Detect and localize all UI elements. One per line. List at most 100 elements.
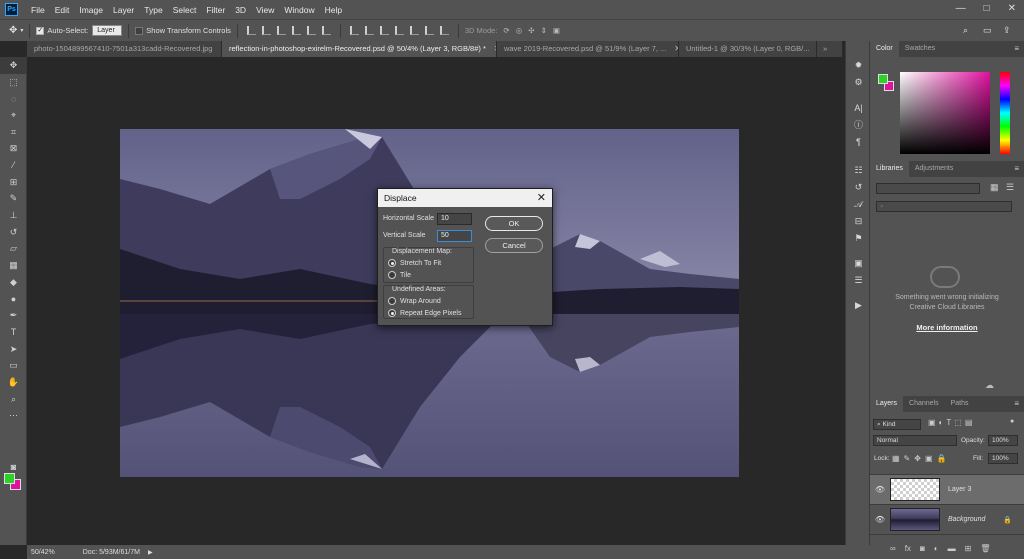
ok-button[interactable]: OK <box>485 216 543 231</box>
brush-settings-icon[interactable]: ✹ <box>846 57 871 74</box>
mask-icon[interactable]: ◙ <box>920 544 925 553</box>
list-view-icon[interactable]: ☰ <box>1006 182 1014 193</box>
search-icon[interactable]: ⌕ <box>963 25 968 36</box>
info-icon[interactable]: ⓘ <box>846 116 871 133</box>
tile-option[interactable]: Tile <box>388 269 411 281</box>
repeat-edge-pixels-option[interactable]: Repeat Edge Pixels <box>388 307 461 319</box>
doc-size-info[interactable]: Doc: 5/93M/61/7M <box>83 549 140 556</box>
close-icon[interactable]: ✕ <box>537 189 546 207</box>
auto-align-icon[interactable] <box>439 26 449 35</box>
tab-wave[interactable]: wave 2019-Recovered.psd @ 51/9% (Layer 7… <box>497 41 679 57</box>
radio-stretch-to-fit[interactable] <box>388 259 396 267</box>
quick-select-tool-icon[interactable]: ⌖ <box>0 107 27 124</box>
3d-drag-icon[interactable]: ✣ <box>528 26 534 35</box>
tab-photo[interactable]: photo-1504899567410-7501a313cadd-Recover… <box>27 41 222 57</box>
play-icon[interactable]: ▶ <box>846 297 871 314</box>
workspace-icon[interactable]: ▭ <box>983 25 992 36</box>
trash-icon[interactable]: 🗑 <box>980 544 990 553</box>
zoom-level[interactable]: 50/42% <box>31 549 55 556</box>
blur-tool-icon[interactable]: ◆ <box>0 274 27 291</box>
opacity-input[interactable]: 100% <box>988 435 1018 446</box>
minimize-button[interactable]: — <box>956 3 966 14</box>
3d-slide-icon[interactable]: ⇕ <box>541 26 547 35</box>
library-search-input[interactable]: ⌕ <box>876 201 1012 212</box>
menu-filter[interactable]: Filter <box>206 5 225 15</box>
foreground-color-swatch[interactable] <box>4 473 15 484</box>
group-icon[interactable]: ▬ <box>948 544 956 553</box>
type-tool-icon[interactable]: T <box>0 324 27 341</box>
cancel-button[interactable]: Cancel <box>485 238 543 253</box>
auto-select-checkbox[interactable] <box>36 26 45 35</box>
maximize-button[interactable]: □ <box>984 3 990 14</box>
crop-tool-icon[interactable]: ⌗ <box>0 124 27 141</box>
align-top-icon[interactable] <box>246 26 256 35</box>
share-icon[interactable]: ⇪ <box>1003 25 1011 36</box>
distribute-top-icon[interactable] <box>349 26 359 35</box>
3d-orbit-icon[interactable]: ⟳ <box>503 26 509 35</box>
eraser-tool-icon[interactable]: ▱ <box>0 241 27 258</box>
marquee-tool-icon[interactable]: ⬚ <box>0 74 27 91</box>
pen-tool-icon[interactable]: ✒ <box>0 307 27 324</box>
menu-image[interactable]: Image <box>79 5 103 15</box>
auto-select-dropdown[interactable]: Layer <box>92 25 123 36</box>
move-tool-icon[interactable]: ✥ <box>9 25 17 36</box>
tab-overflow-button[interactable]: » <box>817 41 843 57</box>
align-hcenter-icon[interactable] <box>306 26 316 35</box>
tab-adjustments[interactable]: Adjustments <box>909 161 960 177</box>
menu-select[interactable]: Select <box>173 5 197 15</box>
layer-filter-icons[interactable]: ▣◐T⬚▤ <box>928 418 975 427</box>
link-icon[interactable]: ∞ <box>890 544 896 553</box>
layer-row-layer-3[interactable]: 👁 Layer 3 <box>870 475 1024 505</box>
brushes-icon[interactable]: ⚙ <box>846 74 871 91</box>
styles-icon[interactable]: ▣ <box>846 255 871 272</box>
more-tools-icon[interactable]: ⋯ <box>0 407 27 424</box>
panel-menu-icon[interactable]: ≡ <box>1014 41 1019 57</box>
actions-icon[interactable]: ⚑ <box>846 230 871 247</box>
character-icon[interactable]: A| <box>846 99 871 116</box>
tab-untitled[interactable]: Untitled-1 @ 30/3% (Layer 0, RGB/... ✕ <box>679 41 817 57</box>
align-left-icon[interactable] <box>291 26 301 35</box>
radio-repeat-edge-pixels[interactable] <box>388 309 396 317</box>
3d-scale-icon[interactable]: ▣ <box>553 26 560 35</box>
menu-help[interactable]: Help <box>325 5 342 15</box>
lock-icons[interactable]: ▦✎✥▣🔒 <box>892 454 950 463</box>
color-picker-field[interactable] <box>900 72 990 154</box>
grid-view-icon[interactable]: ▦ <box>990 182 999 193</box>
paragraph-icon[interactable]: ¶ <box>846 133 871 150</box>
shape-tool-icon[interactable]: ▭ <box>0 357 27 374</box>
distribute-vcenter-icon[interactable] <box>364 26 374 35</box>
horizontal-scale-input[interactable]: 10 <box>437 213 472 225</box>
zoom-tool-icon[interactable]: ⌕ <box>0 391 27 408</box>
panel-menu-icon[interactable]: ≡ <box>1014 161 1019 177</box>
tab-channels[interactable]: Channels <box>903 396 945 412</box>
clone-stamp-tool-icon[interactable]: ⊥ <box>0 207 27 224</box>
menu-view[interactable]: View <box>256 5 274 15</box>
more-information-link[interactable]: More information <box>870 323 1024 332</box>
distribute-bottom-icon[interactable] <box>379 26 389 35</box>
align-bottom-icon[interactable] <box>276 26 286 35</box>
panel-menu-icon[interactable]: ≡ <box>1014 396 1019 412</box>
filter-toggle-icon[interactable]: ● <box>1010 418 1014 425</box>
hue-slider[interactable] <box>1000 72 1010 154</box>
fx-icon[interactable]: fx <box>905 544 911 553</box>
stretch-to-fit-option[interactable]: Stretch To Fit <box>388 257 441 269</box>
cc-sync-icon[interactable]: ☁ <box>985 380 994 391</box>
close-window-button[interactable]: ✕ <box>1008 3 1016 14</box>
tab-libraries[interactable]: Libraries <box>870 161 909 177</box>
healing-brush-tool-icon[interactable]: ⊞ <box>0 174 27 191</box>
lasso-tool-icon[interactable]: ◌ <box>0 90 27 107</box>
history-brush-tool-icon[interactable]: ↺ <box>0 224 27 241</box>
foreground-color-chip[interactable] <box>878 74 888 84</box>
eye-icon[interactable]: 👁 <box>870 515 890 524</box>
brush-tool-icon[interactable]: ✎ <box>0 191 27 208</box>
properties-icon[interactable]: ⊟ <box>846 213 871 230</box>
menu-edit[interactable]: Edit <box>55 5 70 15</box>
learn-icon[interactable]: ☷ <box>846 162 871 179</box>
path-selection-tool-icon[interactable]: ➤ <box>0 341 27 358</box>
move-tool-icon[interactable]: ✥ <box>0 57 27 74</box>
dodge-tool-icon[interactable]: ● <box>0 291 27 308</box>
vertical-scale-input[interactable]: 50 <box>437 230 472 242</box>
wrap-around-option[interactable]: Wrap Around <box>388 295 441 307</box>
eye-icon[interactable]: 👁 <box>870 485 890 494</box>
layer-name[interactable]: Layer 3 <box>948 486 971 493</box>
